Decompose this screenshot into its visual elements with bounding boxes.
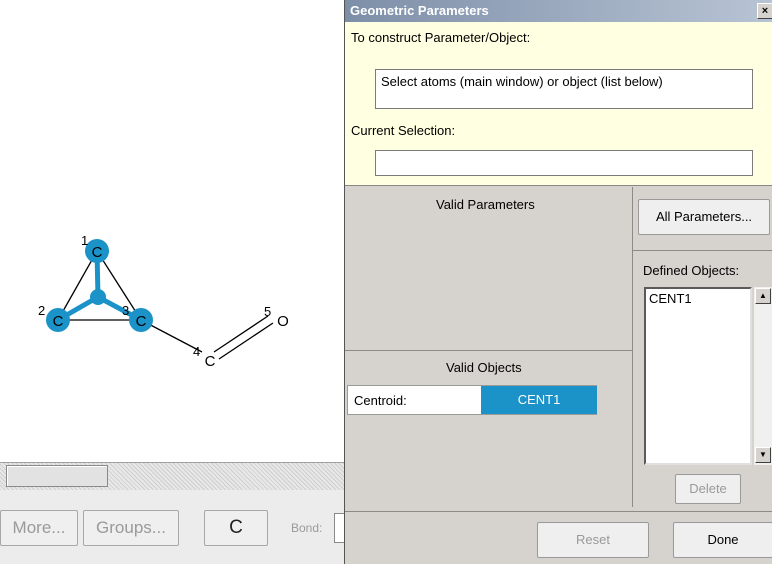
atom-5-symbol[interactable]: O <box>277 313 289 330</box>
bottom-divider <box>345 511 772 512</box>
list-item[interactable]: CENT1 <box>646 289 750 308</box>
atom-1-symbol: C <box>92 244 103 261</box>
atom-5-number: 5 <box>264 304 271 319</box>
dialog-titlebar[interactable]: Geometric Parameters × <box>345 0 772 22</box>
all-parameters-button[interactable]: All Parameters... <box>638 199 770 235</box>
atom-3-symbol: C <box>136 313 147 330</box>
horizontal-divider <box>345 350 632 351</box>
right-divider <box>633 250 772 251</box>
close-icon[interactable]: × <box>757 3 772 19</box>
atom-2-number: 2 <box>38 303 45 318</box>
bond-4-5-a[interactable] <box>213 315 269 353</box>
geometric-parameters-dialog: Geometric Parameters × To construct Para… <box>344 0 772 564</box>
atom-2-symbol: C <box>53 313 64 330</box>
valid-objects-label: Valid Objects <box>446 360 522 375</box>
valid-object-name: Centroid: <box>354 393 407 408</box>
bond-4-5-b[interactable] <box>218 322 274 360</box>
construct-label: To construct Parameter/Object: <box>351 30 531 45</box>
construct-panel: To construct Parameter/Object: Select at… <box>345 22 772 186</box>
construct-hint-box: Select atoms (main window) or object (li… <box>375 69 753 109</box>
scroll-up-icon[interactable]: ▲ <box>755 288 771 304</box>
element-button[interactable]: C <box>204 510 268 546</box>
scrollbar-thumb[interactable] <box>6 465 108 487</box>
defined-objects-scrollbar[interactable]: ▲ ▼ <box>754 287 772 465</box>
done-button[interactable]: Done <box>673 522 772 558</box>
main-toolbar: More... Groups... C Bond: <box>0 490 346 564</box>
vertical-divider <box>632 187 633 507</box>
atom-3-number: 3 <box>122 303 129 318</box>
valid-object-row[interactable]: Centroid: CENT1 <box>347 385 597 415</box>
defined-objects-list[interactable]: CENT1 <box>644 287 752 465</box>
molecule-canvas[interactable]: C C C C O 1 2 3 4 5 <box>0 0 345 460</box>
dialog-title: Geometric Parameters <box>350 3 489 18</box>
atom-4-number: 4 <box>193 344 200 359</box>
current-selection-field[interactable] <box>375 150 753 176</box>
valid-parameters-label: Valid Parameters <box>436 197 535 212</box>
defined-objects-label: Defined Objects: <box>643 263 740 278</box>
current-selection-label: Current Selection: <box>351 123 456 138</box>
atom-1-number: 1 <box>81 233 88 248</box>
more-button[interactable]: More... <box>0 510 78 546</box>
delete-button[interactable]: Delete <box>675 474 741 504</box>
atom-4-symbol[interactable]: C <box>205 353 216 370</box>
reset-button[interactable]: Reset <box>537 522 649 558</box>
valid-object-value[interactable]: CENT1 <box>481 386 597 414</box>
centroid-marker[interactable] <box>90 289 106 305</box>
scroll-down-icon[interactable]: ▼ <box>755 447 771 463</box>
groups-button[interactable]: Groups... <box>83 510 179 546</box>
bond-label: Bond: <box>291 521 323 535</box>
horizontal-scrollbar[interactable] <box>0 462 345 490</box>
